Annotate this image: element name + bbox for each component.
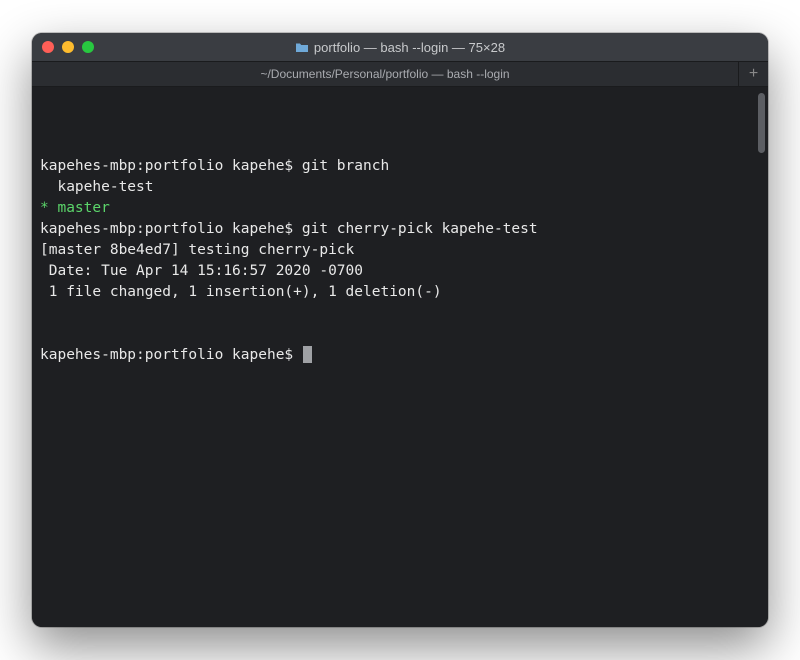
window-controls [42, 41, 94, 53]
terminal-line: Date: Tue Apr 14 15:16:57 2020 -0700 [40, 261, 760, 282]
terminal-line: 1 file changed, 1 insertion(+), 1 deleti… [40, 282, 760, 303]
prompt-text: kapehes-mbp:portfolio kapehe$ [40, 347, 302, 363]
terminal-line: [master 8be4ed7] testing cherry-pick [40, 240, 760, 261]
terminal-body[interactable]: kapehes-mbp:portfolio kapehe$ git branch… [32, 87, 768, 627]
terminal-window: portfolio — bash --login — 75×28 ~/Docum… [32, 33, 768, 627]
folder-icon [295, 42, 309, 53]
scrollbar-thumb[interactable] [758, 93, 765, 153]
titlebar: portfolio — bash --login — 75×28 [32, 33, 768, 61]
terminal-line: kapehes-mbp:portfolio kapehe$ git branch [40, 156, 760, 177]
cursor [303, 346, 312, 363]
terminal-line: kapehe-test [40, 177, 760, 198]
minimize-button[interactable] [62, 41, 74, 53]
tab-label: ~/Documents/Personal/portfolio — bash --… [260, 67, 509, 81]
tabbar: ~/Documents/Personal/portfolio — bash --… [32, 61, 768, 87]
plus-icon: + [749, 65, 758, 83]
window-title: portfolio — bash --login — 75×28 [32, 40, 768, 55]
terminal-line: kapehes-mbp:portfolio kapehe$ git cherry… [40, 219, 760, 240]
tab-active[interactable]: ~/Documents/Personal/portfolio — bash --… [32, 62, 738, 86]
prompt-line: kapehes-mbp:portfolio kapehe$ [40, 345, 760, 366]
new-tab-button[interactable]: + [738, 62, 768, 86]
maximize-button[interactable] [82, 41, 94, 53]
terminal-line: * master [40, 198, 760, 219]
window-title-text: portfolio — bash --login — 75×28 [314, 40, 505, 55]
terminal-output: kapehes-mbp:portfolio kapehe$ git branch… [40, 156, 760, 303]
close-button[interactable] [42, 41, 54, 53]
